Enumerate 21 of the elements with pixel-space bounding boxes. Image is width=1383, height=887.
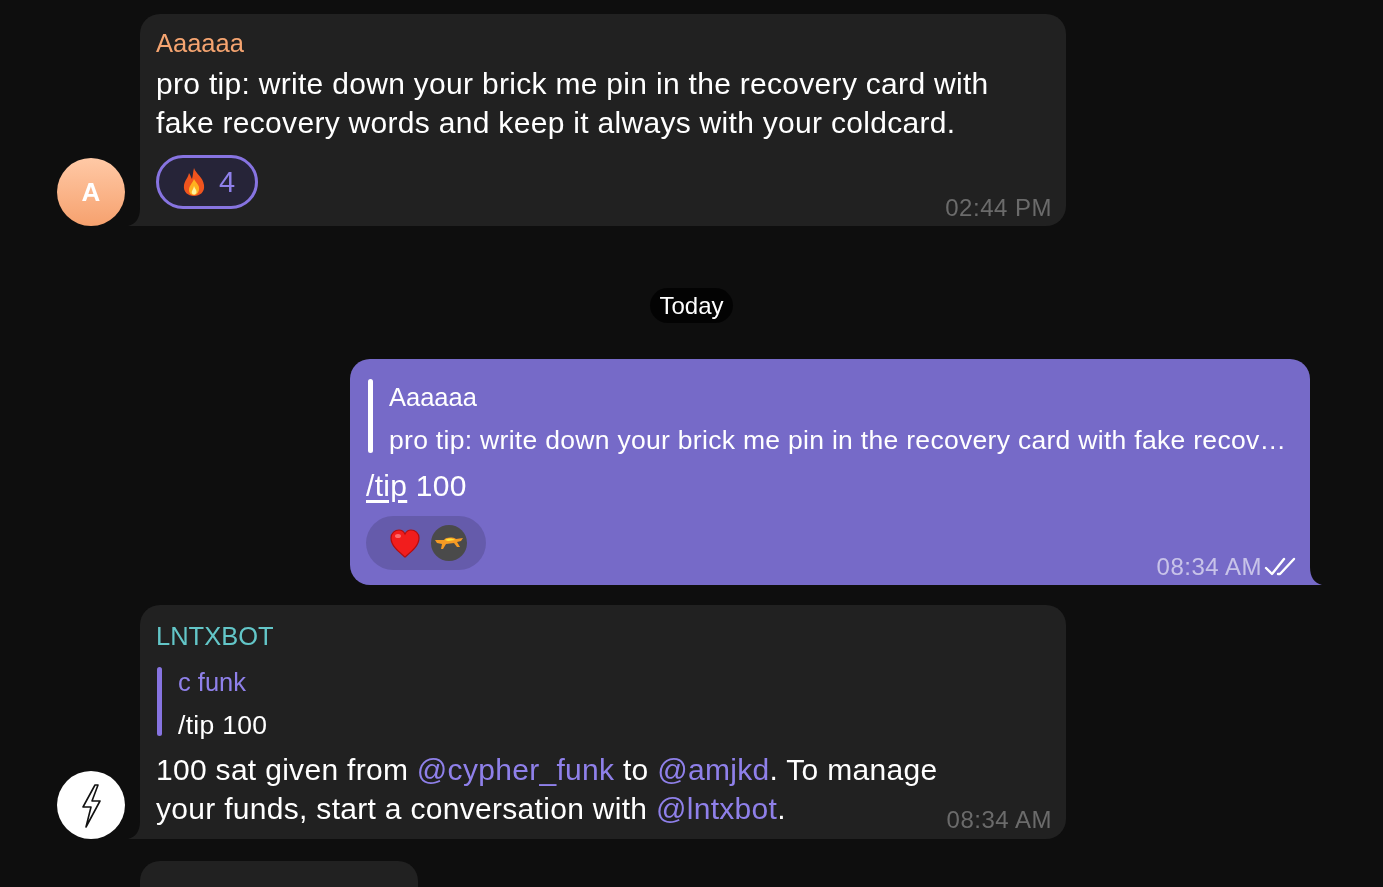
- message-text: /tip 100: [366, 468, 467, 504]
- reply-text: /tip 100: [178, 709, 268, 742]
- message-time: 02:44 PM: [945, 195, 1052, 221]
- message-time: 08:34 AM: [1156, 554, 1262, 580]
- heart-icon: [389, 527, 421, 559]
- reaction-button[interactable]: [366, 516, 486, 570]
- mention-link[interactable]: @cypher_funk: [416, 753, 615, 786]
- message-time: 08:34 AM: [946, 807, 1052, 833]
- reaction-button[interactable]: 4: [156, 155, 259, 209]
- reply-text: pro tip: write down your brick me pin in the recovery card with fake recov…: [389, 424, 1287, 457]
- lightning-bolt-avatar-icon[interactable]: [57, 771, 125, 839]
- sender-name[interactable]: Aaaaaa: [156, 28, 244, 58]
- mention-link[interactable]: @lntxbot: [656, 792, 778, 825]
- command-link[interactable]: /tip: [366, 469, 408, 502]
- message-text: pro tip: write down your brick me pin in the recovery card with fake recovery words and keep it always with your coldcard.: [156, 66, 990, 141]
- reply-sender: Aaaaaa: [389, 382, 478, 413]
- sender-name[interactable]: LNTXBOT: [156, 621, 274, 651]
- message-text: 100 sat given from @cypher_funk to @amjkd. To manage your funds, start a conversation with @lntxbot.: [156, 752, 939, 827]
- mention-link[interactable]: @amjkd: [657, 753, 770, 786]
- date-label: Today: [650, 288, 733, 323]
- reply-sender: c funk: [178, 667, 248, 698]
